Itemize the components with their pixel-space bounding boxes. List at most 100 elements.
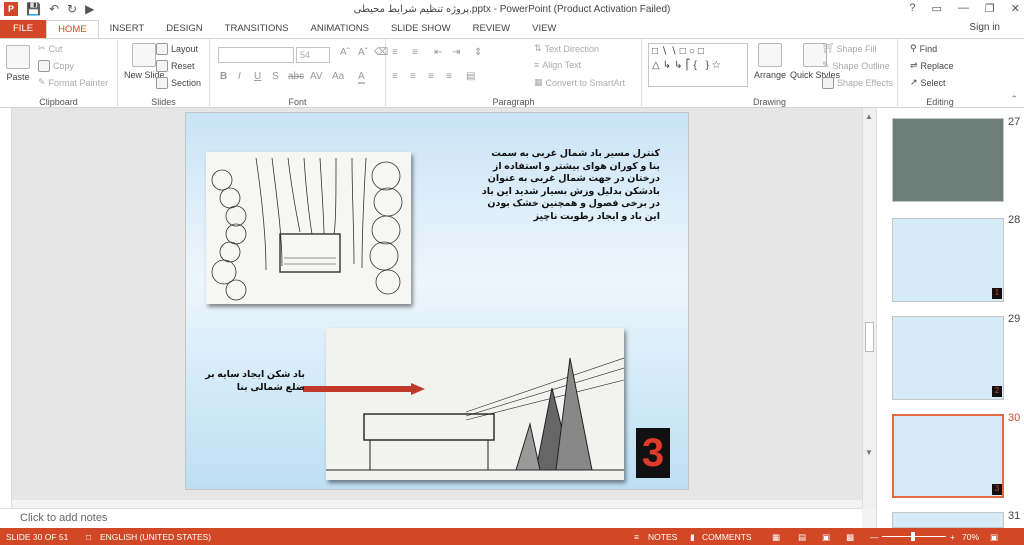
reset-button[interactable]: Reset <box>156 60 195 72</box>
zoom-slider-thumb[interactable] <box>911 532 915 541</box>
ribbon: Paste ✂ Cut Copy ✎ Format Painter Clipbo… <box>0 38 1024 109</box>
paste-button[interactable]: Paste <box>6 45 30 82</box>
scissors-icon: ✂ <box>38 43 46 53</box>
tab-design[interactable]: DESIGN <box>155 20 213 38</box>
layout-button[interactable]: Layout <box>156 43 198 55</box>
thumbnail-slide-27[interactable] <box>892 118 1004 202</box>
slideshow-view-icon[interactable]: ▩ <box>846 532 854 543</box>
justify-icon[interactable]: ≡ <box>446 71 452 82</box>
notes-placeholder[interactable]: Click to add notes <box>20 512 107 524</box>
status-bar: SLIDE 30 OF 51 □ ENGLISH (UNITED STATES)… <box>0 528 1024 545</box>
slides-pane-collapsed[interactable] <box>0 108 12 508</box>
windbreak-sketch-image <box>326 328 625 480</box>
thumbnail-slide-31[interactable] <box>892 512 1004 528</box>
new-slide-icon <box>132 43 157 67</box>
tab-file[interactable]: FILE <box>0 20 47 38</box>
font-color-button[interactable]: A <box>358 71 365 84</box>
shape-effects-button[interactable]: Shape Effects <box>822 77 893 89</box>
minimize-button[interactable]: — <box>958 2 969 15</box>
copy-button[interactable]: Copy <box>38 60 74 72</box>
tab-transitions[interactable]: TRANSITIONS <box>214 20 300 38</box>
scroll-down-icon[interactable]: ▼ <box>865 448 873 457</box>
numbering-icon[interactable]: ≡ <box>412 47 418 58</box>
comments-toggle-button[interactable]: COMMENTS <box>702 532 752 542</box>
scroll-up-icon[interactable]: ▲ <box>865 112 873 121</box>
notes-pane[interactable]: Click to add notes <box>0 508 862 528</box>
thumbnail-badge: 2 <box>992 386 1002 397</box>
decrease-indent-icon[interactable]: ⇤ <box>434 47 442 58</box>
increase-indent-icon[interactable]: ⇥ <box>452 47 460 58</box>
font-name-box[interactable] <box>218 47 294 63</box>
thumbnail-number: 30 <box>1008 412 1021 424</box>
language-icon: □ <box>86 532 92 542</box>
font-size-box[interactable]: 54 <box>296 47 330 63</box>
grow-font-icon[interactable]: Aˆ <box>340 47 350 58</box>
find-button[interactable]: ⚲ Find <box>910 43 937 54</box>
zoom-out-button[interactable]: — <box>870 532 879 542</box>
restore-button[interactable]: ❐ <box>985 2 995 15</box>
format-painter-button[interactable]: ✎ Format Painter <box>38 77 108 88</box>
text-direction-icon: ⇅ <box>534 43 542 53</box>
help-button[interactable]: ? <box>909 2 915 15</box>
tab-insert[interactable]: INSERT <box>99 20 156 38</box>
thumbnail-slide-30-selected[interactable] <box>892 414 1004 498</box>
font-group-label: Font <box>288 97 307 107</box>
normal-view-icon[interactable]: ▦ <box>772 532 780 543</box>
thumbnail-slide-29[interactable] <box>892 316 1004 400</box>
notes-toggle-button[interactable]: NOTES <box>648 532 677 542</box>
shadow-button[interactable]: S <box>272 71 279 82</box>
windbreak-sketch-drawing <box>326 357 625 471</box>
align-left-icon[interactable]: ≡ <box>392 71 398 82</box>
notes-icon: ≡ <box>634 532 639 542</box>
thumbnail-number: 27 <box>1008 116 1021 128</box>
thumbnail-number: 29 <box>1008 313 1021 325</box>
bold-button[interactable]: B <box>220 71 227 82</box>
replace-button[interactable]: ⇌ Replace <box>910 60 954 71</box>
convert-smartart-button[interactable]: ▦ Convert to SmartArt <box>534 77 625 88</box>
align-text-button[interactable]: ≡ Align Text <box>534 60 581 70</box>
zoom-in-button[interactable]: + <box>950 532 955 542</box>
reading-view-icon[interactable]: ▣ <box>822 532 830 543</box>
section-icon <box>156 77 168 89</box>
cut-button[interactable]: ✂ Cut <box>38 43 63 54</box>
underline-button[interactable]: U <box>254 71 261 82</box>
change-case-button[interactable]: Aa <box>332 71 344 82</box>
zoom-level[interactable]: 70% <box>962 532 979 542</box>
fit-to-window-icon[interactable]: ▣ <box>990 532 998 543</box>
shrink-font-icon[interactable]: Aˇ <box>358 47 368 58</box>
shapes-gallery[interactable]: □∖∖□○□ △↳↳⎡{ }☆ <box>648 43 748 87</box>
align-center-icon[interactable]: ≡ <box>410 71 416 82</box>
vertical-scrollbar[interactable]: ▲ ▼ <box>862 108 876 508</box>
tab-review[interactable]: REVIEW <box>462 20 521 38</box>
tab-view[interactable]: VIEW <box>521 20 567 38</box>
select-button[interactable]: ↗ Select <box>910 77 946 88</box>
char-spacing-button[interactable]: AV <box>310 71 323 82</box>
thumbnail-badge: 1 <box>992 288 1002 299</box>
line-spacing-icon[interactable]: ⇕ <box>474 47 482 58</box>
bullets-icon[interactable]: ≡ <box>392 47 398 58</box>
align-right-icon[interactable]: ≡ <box>428 71 434 82</box>
slide-sorter-icon[interactable]: ▤ <box>798 532 806 543</box>
italic-button[interactable]: I <box>238 71 241 82</box>
thumbnail-slide-28[interactable] <box>892 218 1004 302</box>
thumbnail-number: 28 <box>1008 214 1021 226</box>
shape-fill-button[interactable]: ⛩ Shape Fill <box>822 43 876 54</box>
scroll-thumb[interactable] <box>865 322 874 352</box>
section-button[interactable]: Section <box>156 77 201 89</box>
shape-outline-button[interactable]: ✎ Shape Outline <box>822 60 890 71</box>
sign-in-link[interactable]: Sign in <box>969 22 1000 33</box>
tab-home[interactable]: HOME <box>46 20 99 38</box>
tab-animations[interactable]: ANIMATIONS <box>300 20 380 38</box>
collapse-ribbon-icon[interactable]: ⌃ <box>1010 94 1018 105</box>
comments-icon: ▮ <box>690 532 695 542</box>
ribbon-display-button[interactable]: ▭ <box>932 2 942 15</box>
columns-icon[interactable]: ▤ <box>466 71 475 82</box>
tab-slide-show[interactable]: SLIDE SHOW <box>380 20 462 38</box>
drawing-group-label: Drawing <box>752 97 786 107</box>
arrange-button[interactable]: Arrange <box>754 43 786 80</box>
close-button[interactable]: ✕ <box>1011 2 1020 15</box>
language-status[interactable]: ENGLISH (UNITED STATES) <box>100 532 211 542</box>
text-direction-button[interactable]: ⇅ Text Direction <box>534 43 599 54</box>
slides-group-label: Slides <box>151 97 176 107</box>
strikethrough-button[interactable]: abc <box>288 71 304 82</box>
